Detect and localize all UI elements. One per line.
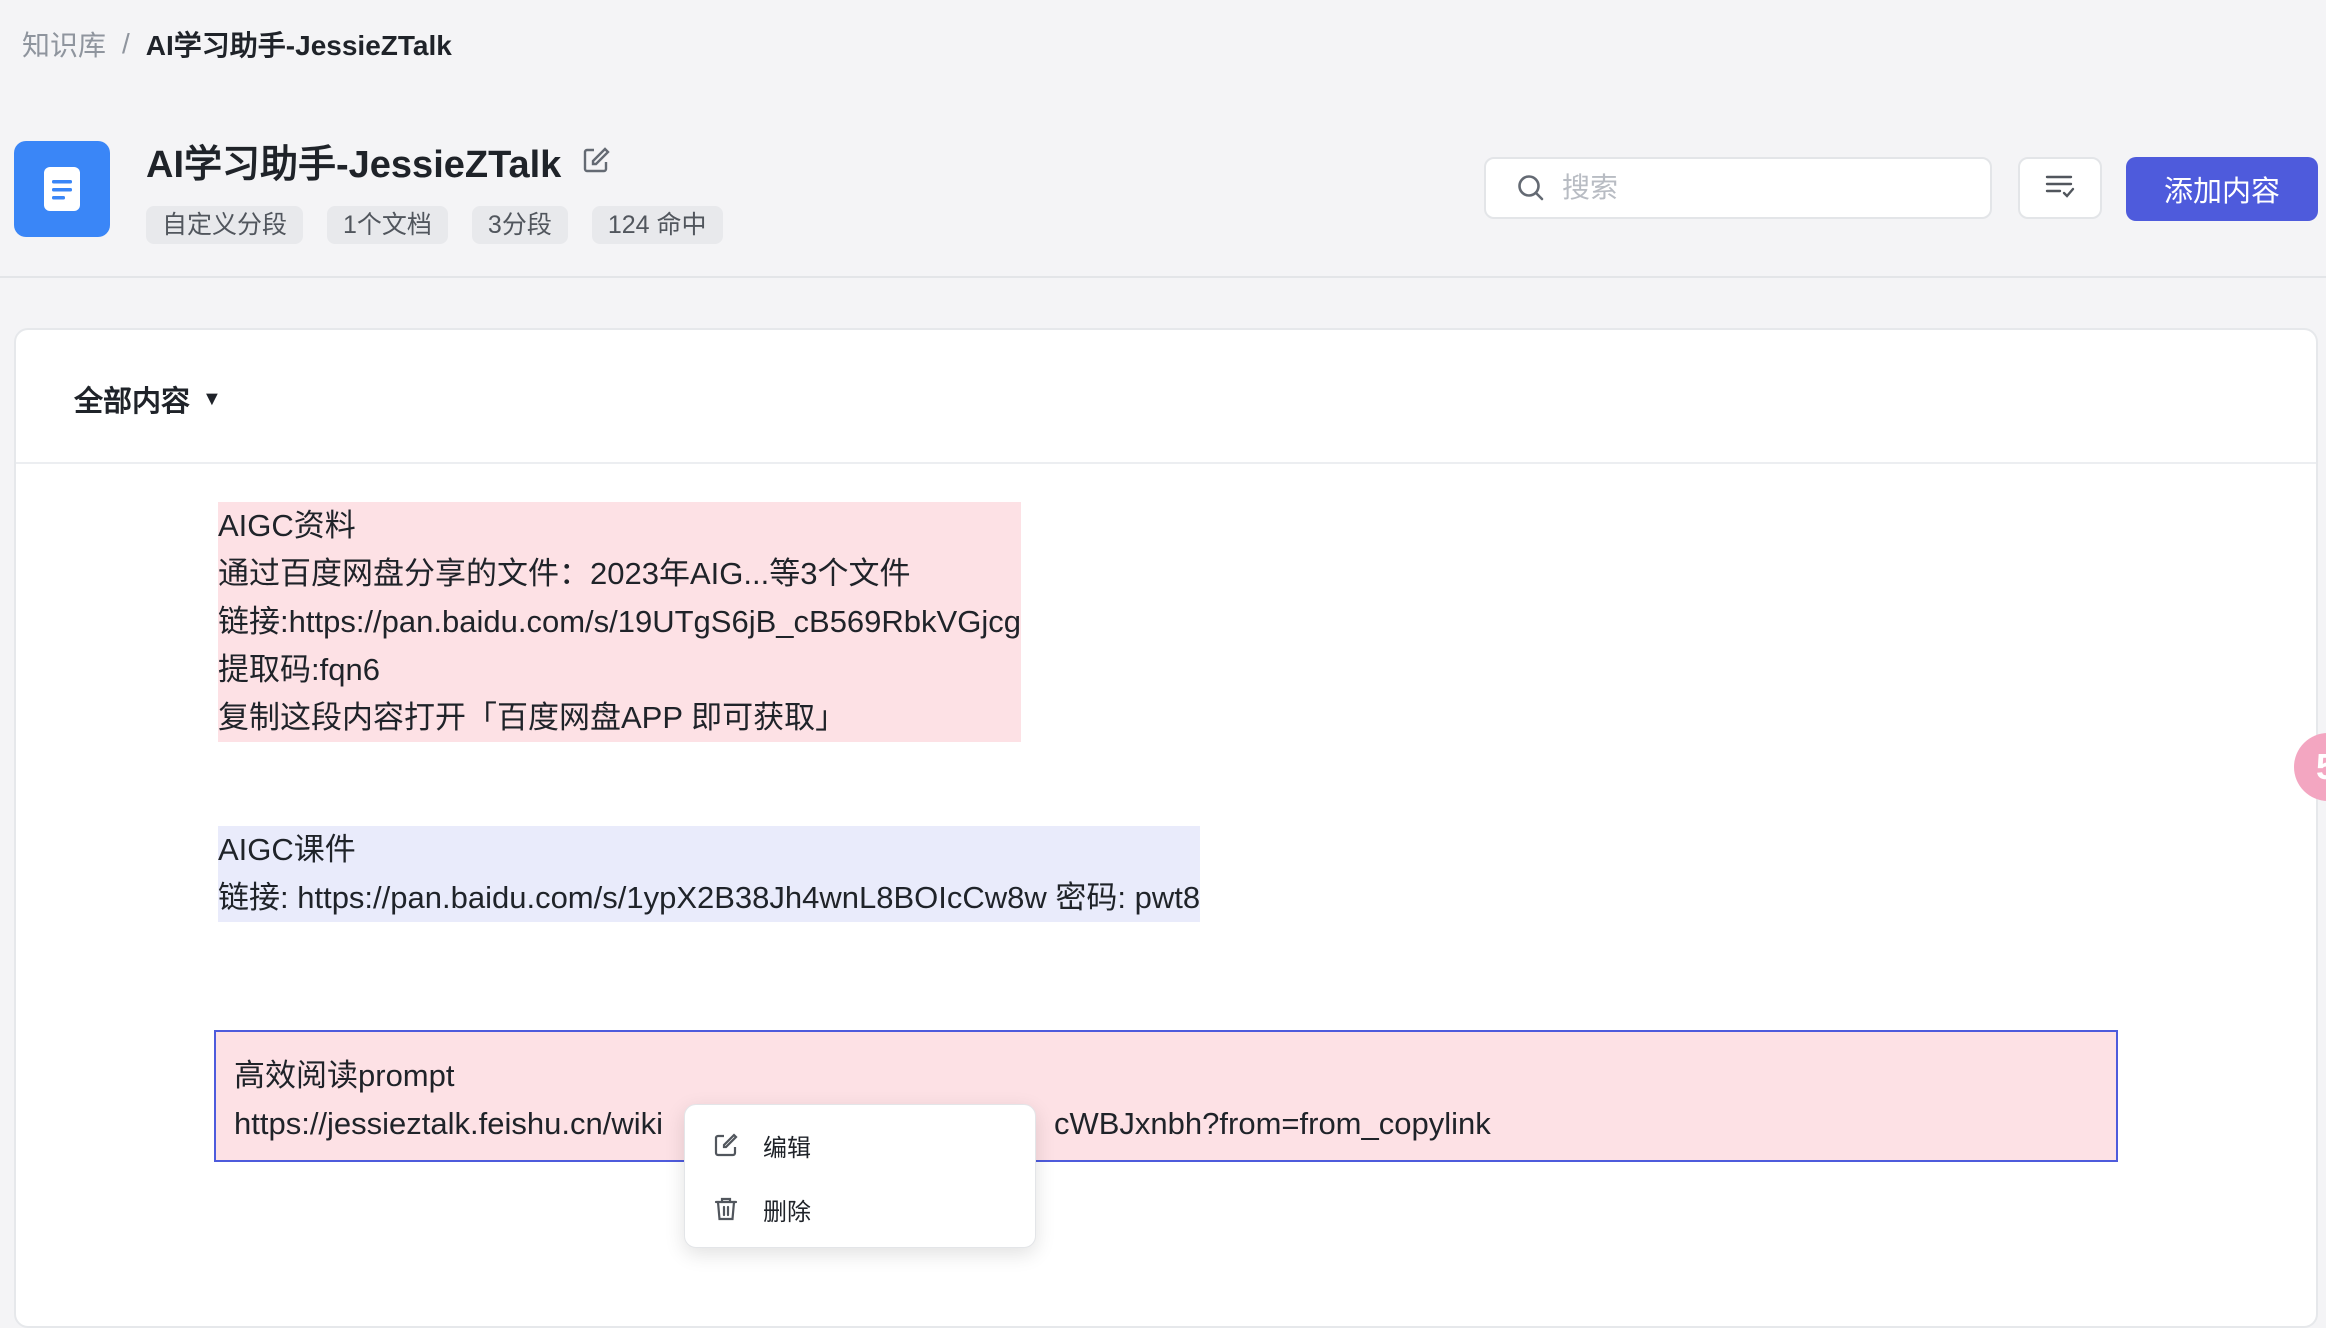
breadcrumb-root-link[interactable]: 知识库: [22, 24, 106, 64]
context-menu: 编辑 删除: [684, 1104, 1036, 1248]
breadcrumb-current: AI学习助手-JessieZTalk: [145, 30, 452, 61]
edit-icon: [713, 1130, 743, 1160]
search-box[interactable]: [1484, 157, 1992, 219]
document-icon: [14, 141, 110, 237]
panel-toolbar: 全部内容 ▼: [16, 330, 2316, 464]
tag-hit-count: 124 命中: [591, 206, 723, 244]
segment-line: 链接:https://pan.baidu.com/s/19UTgS6jB_cB5…: [218, 602, 1021, 641]
segment-line: 复制这段内容打开「百度网盘APP 即可获取」: [218, 698, 847, 737]
segment-card-3-selected[interactable]: 高效阅读prompt https://jessieztalk.feishu.cn…: [214, 1030, 2118, 1162]
caret-down-icon: ▼: [202, 387, 222, 410]
breadcrumb-separator: /: [122, 28, 130, 59]
filter-list-icon: [2044, 172, 2076, 205]
segment-line: AIGC课件: [218, 830, 356, 869]
segment-line: 链接: https://pan.baidu.com/s/1ypX2B38Jh4w…: [218, 878, 1201, 917]
segment-line: AIGC资料: [218, 506, 356, 545]
content-filter-label: 全部内容: [74, 386, 191, 418]
menu-item-label: 编辑: [763, 1134, 811, 1162]
trash-icon: [713, 1194, 743, 1224]
add-content-button[interactable]: 添加内容: [2126, 157, 2318, 221]
menu-item-delete[interactable]: 删除: [685, 1177, 1035, 1241]
segment-line: 高效阅读prompt: [234, 1058, 455, 1093]
segment-line: 提取码:fqn6: [218, 650, 380, 689]
menu-item-edit[interactable]: 编辑: [685, 1113, 1035, 1177]
tag-segment-count: 3分段: [471, 206, 568, 244]
tag-doc-count: 1个文档: [327, 206, 448, 244]
breadcrumb: 知识库 / AI学习助手-JessieZTalk: [22, 22, 452, 66]
tag-list: 自定义分段 1个文档 3分段 124 命中: [146, 206, 723, 244]
search-input[interactable]: [1560, 171, 1964, 205]
segment-card-2[interactable]: AIGC课件 链接: https://pan.baidu.com/s/1ypX2…: [218, 826, 1201, 922]
segment-line: 通过百度网盘分享的文件：2023年AIG...等3个文件: [218, 554, 911, 593]
segment-line-tail: cWBJxnbh?from=from_copylink: [1054, 1106, 1491, 1141]
filter-button[interactable]: [2018, 157, 2102, 219]
edit-icon[interactable]: [581, 145, 611, 175]
search-icon: [1516, 173, 1546, 203]
segment-line: https://jessieztalk.feishu.cn/wiki: [234, 1106, 664, 1141]
page-title: AI学习助手-JessieZTalk: [146, 143, 562, 186]
tag-segment-mode: 自定义分段: [146, 206, 304, 244]
header-divider: [0, 276, 2326, 278]
knowledge-base-header: AI学习助手-JessieZTalk 自定义分段 1个文档 3分段 124 命中: [0, 120, 2326, 276]
menu-item-label: 删除: [763, 1198, 811, 1226]
segment-card-1[interactable]: AIGC资料 通过百度网盘分享的文件：2023年AIG...等3个文件 链接:h…: [218, 502, 1021, 742]
title-row: AI学习助手-JessieZTalk: [146, 134, 611, 186]
content-filter-dropdown[interactable]: 全部内容 ▼: [74, 378, 222, 420]
